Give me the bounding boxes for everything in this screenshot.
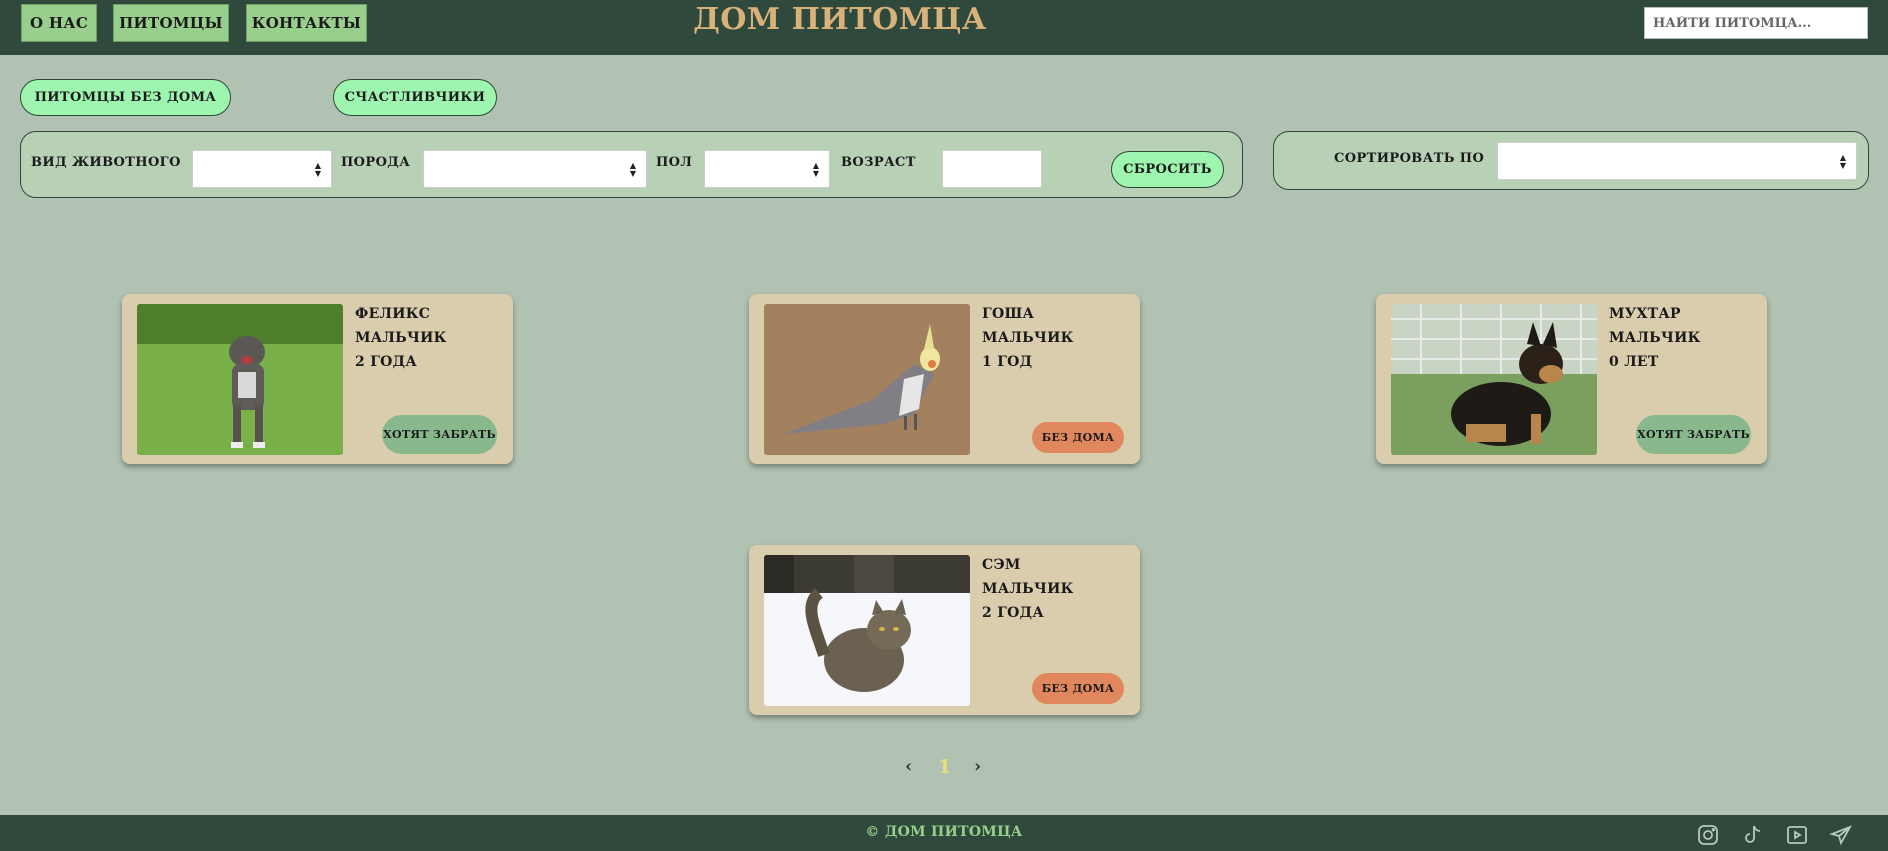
pet-info: Мухтар мальчик 0 лет [1609, 302, 1701, 374]
search-input[interactable] [1644, 7, 1868, 39]
tab-homeless-pets[interactable]: Питомцы без дома [20, 79, 231, 116]
pagination-prev-button[interactable]: ‹ [905, 756, 912, 777]
breed-select[interactable]: ▲ ▼ [423, 150, 647, 188]
pet-sex: мальчик [982, 581, 1074, 597]
copyright: © Дом питомца [865, 824, 1023, 840]
cockatiel-photo [764, 304, 970, 455]
tab-lucky-pets[interactable]: Счастливчики [333, 79, 497, 116]
pet-sex: мальчик [982, 330, 1074, 346]
header: О нас Питомцы Контакты Дом питомца [0, 0, 1888, 55]
pet-card[interactable]: Сэм мальчик 2 года Без дома [749, 545, 1140, 715]
dog-pitbull-photo [137, 304, 343, 455]
instagram-icon[interactable] [1696, 823, 1720, 847]
pet-info: Гоша мальчик 1 год [982, 302, 1074, 374]
footer: © Дом питомца [0, 815, 1888, 851]
pet-age: 1 год [982, 354, 1033, 370]
telegram-icon[interactable] [1829, 823, 1853, 847]
select-arrows-icon: ▲ ▼ [629, 161, 636, 178]
pet-age: 2 года [982, 605, 1045, 621]
pet-info: Сэм мальчик 2 года [982, 553, 1074, 625]
pagination-current-page[interactable]: 1 [938, 756, 951, 778]
tiktok-icon[interactable] [1741, 823, 1765, 847]
pet-age: 0 лет [1609, 354, 1659, 370]
pet-name: Гоша [982, 306, 1035, 322]
reset-filters-button[interactable]: Сбросить [1111, 151, 1224, 188]
status-badge: Без дома [1032, 673, 1124, 704]
pet-name: Мухтар [1609, 306, 1681, 322]
select-arrows-icon: ▲ ▼ [314, 161, 321, 178]
sex-select[interactable]: ▲ ▼ [704, 150, 830, 188]
pet-age: 2 года [355, 354, 418, 370]
select-arrows-icon: ▲ ▼ [1839, 153, 1846, 170]
status-badge: Без дома [1032, 422, 1124, 453]
shepherd-puppy-photo [1391, 304, 1597, 455]
pet-name: Феликс [355, 306, 431, 322]
pet-info: Феликс мальчик 2 года [355, 302, 447, 374]
sex-filter-label: Пол [656, 155, 693, 170]
age-filter-label: Возраст [841, 155, 916, 170]
nav-contacts-button[interactable]: Контакты [246, 4, 367, 42]
nav-pets-button[interactable]: Питомцы [113, 4, 229, 42]
sort-select[interactable]: ▲ ▼ [1497, 142, 1857, 180]
status-badge: Хотят забрать [382, 415, 497, 454]
species-select[interactable]: ▲ ▼ [192, 150, 332, 188]
pet-name: Сэм [982, 557, 1021, 573]
youtube-icon[interactable] [1785, 823, 1809, 847]
species-filter-label: Вид животного [31, 155, 181, 170]
status-badge: Хотят забрать [1636, 415, 1751, 454]
age-input[interactable] [942, 150, 1042, 188]
breed-filter-label: Порода [341, 155, 411, 170]
site-title[interactable]: Дом питомца [680, 2, 1000, 37]
sort-label: Сортировать по [1334, 151, 1485, 166]
pet-sex: мальчик [355, 330, 447, 346]
cat-snow-photo [764, 555, 970, 706]
pagination-next-button[interactable]: › [974, 756, 981, 777]
nav-about-button[interactable]: О нас [21, 4, 97, 42]
select-arrows-icon: ▲ ▼ [812, 161, 819, 178]
pet-sex: мальчик [1609, 330, 1701, 346]
pet-card[interactable]: Мухтар мальчик 0 лет Хотят забрать [1376, 294, 1767, 464]
pet-card[interactable]: Гоша мальчик 1 год Без дома [749, 294, 1140, 464]
pet-card[interactable]: Феликс мальчик 2 года Хотят забрать [122, 294, 513, 464]
